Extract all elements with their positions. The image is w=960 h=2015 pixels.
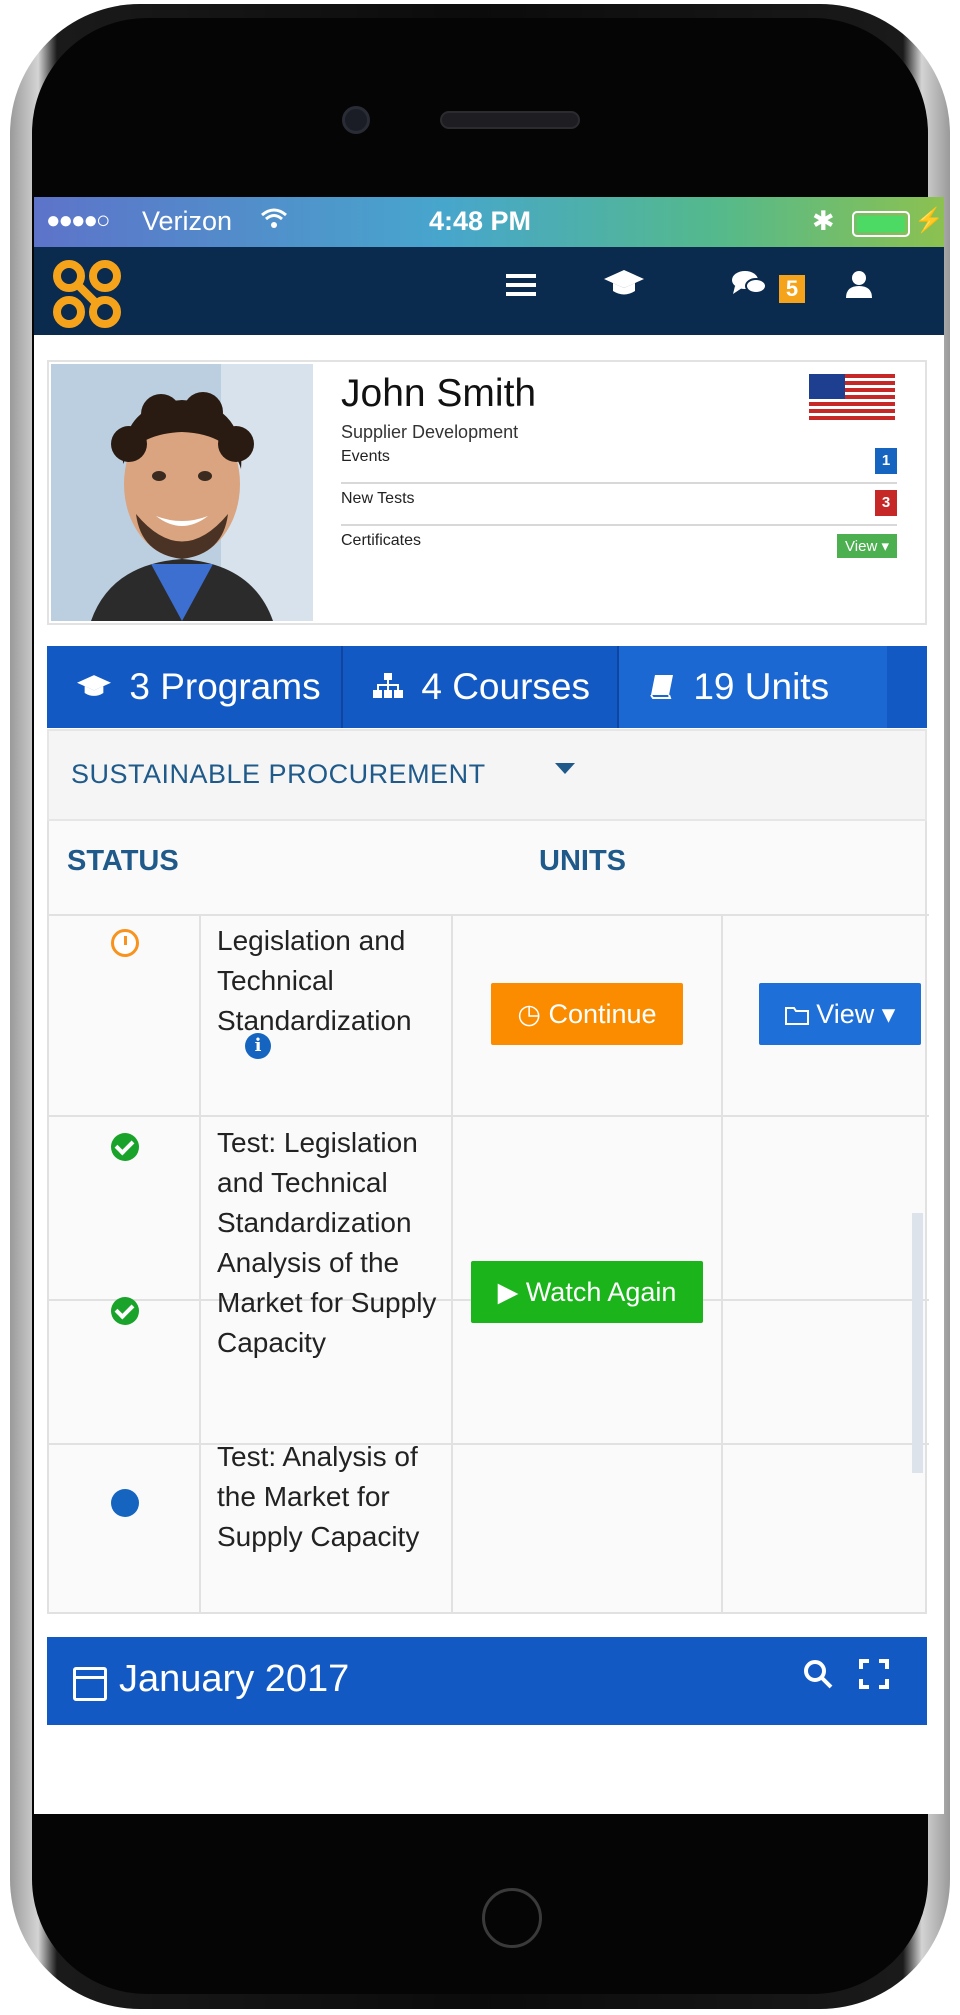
chevron-down-icon <box>555 763 575 774</box>
course-dropdown[interactable]: SUSTAINABLE PROCUREMENT <box>47 729 927 821</box>
column-divider <box>199 914 201 1614</box>
in-progress-status-icon <box>111 929 139 957</box>
tab-units[interactable]: 19 Units <box>619 646 887 728</box>
completed-status-icon <box>111 1297 139 1325</box>
us-flag-icon <box>809 374 895 422</box>
graduation-cap-icon[interactable] <box>599 269 649 306</box>
calendar-month-title: January 2017 <box>119 1658 350 1700</box>
user-icon[interactable] <box>834 269 884 306</box>
table-scrollbar[interactable] <box>912 1213 923 1473</box>
new-tests-count-badge: 3 <box>875 490 897 516</box>
wifi-icon <box>260 206 288 237</box>
info-icon[interactable]: i <box>245 1033 271 1059</box>
calendar-icon <box>73 1667 107 1701</box>
tab-courses[interactable]: 4 Courses <box>343 646 619 728</box>
sitemap-icon <box>373 673 411 706</box>
tab-programs-label: 3 Programs <box>129 666 321 707</box>
charging-icon: ⚡ <box>914 207 944 234</box>
profile-name: John Smith <box>341 372 537 415</box>
column-divider <box>721 914 723 1614</box>
stat-label: Events <box>341 448 390 465</box>
tab-courses-label: 4 Courses <box>421 666 590 707</box>
folder-icon <box>784 999 817 1029</box>
units-column-header: UNITS <box>539 845 626 877</box>
app-screen: ●●●●○ Verizon 4:48 PM ✱ ⚡ 5 John Smith S… <box>34 197 944 1814</box>
column-divider <box>451 914 453 1614</box>
profile-card: John Smith Supplier Development Events 1… <box>47 360 927 625</box>
battery-icon <box>852 211 910 237</box>
status-bar: ●●●●○ Verizon 4:48 PM ✱ ⚡ <box>34 197 944 247</box>
stat-row-certificates: Certificates View ▾ <box>341 518 897 568</box>
search-icon[interactable] <box>803 1659 833 1698</box>
home-button[interactable] <box>482 1888 542 1948</box>
summary-tabs: 3 Programs 4 Courses 19 Units <box>47 646 927 728</box>
carrier-name: Verizon <box>142 206 233 236</box>
stat-label: Certificates <box>341 532 422 549</box>
phone-frame: ●●●●○ Verizon 4:48 PM ✱ ⚡ 5 John Smith S… <box>10 4 950 2009</box>
bluetooth-icon: ✱ <box>812 206 835 236</box>
row-divider <box>49 1115 929 1117</box>
continue-button[interactable]: ◷ Continue <box>491 983 683 1045</box>
calendar-header: January 2017 <box>47 1637 927 1725</box>
chat-count-badge: 5 <box>779 275 805 303</box>
stat-label: New Tests <box>341 490 415 507</box>
course-dropdown-value: SUSTAINABLE PROCUREMENT <box>71 759 486 789</box>
earpiece-speaker <box>440 111 580 129</box>
certificates-view-button[interactable]: View ▾ <box>837 534 897 558</box>
unit-title: Analysis of the Market for Supply Capaci… <box>217 1247 437 1358</box>
unit-title: Test: Analysis of the Market for Supply … <box>217 1441 420 1552</box>
clock-icon: ◷ <box>517 999 549 1029</box>
status-column-header: STATUS <box>67 845 179 877</box>
view-dropdown-button[interactable]: View ▾ <box>759 983 921 1045</box>
app-navbar: 5 <box>34 247 944 335</box>
tab-units-label: 19 Units <box>693 666 830 707</box>
front-camera <box>342 106 370 134</box>
row-divider <box>49 1443 929 1445</box>
expand-icon[interactable] <box>859 1659 889 1698</box>
watch-again-button[interactable]: ▶ Watch Again <box>471 1261 703 1323</box>
units-table: STATUS UNITS Legislation and Technical S… <box>47 821 929 1614</box>
unit-title: Legislation and Technical Standardizatio… <box>217 925 412 1036</box>
completed-status-icon <box>111 1133 139 1161</box>
not-started-status-icon <box>111 1489 139 1517</box>
avatar <box>51 364 313 621</box>
row-divider <box>49 914 929 916</box>
tab-programs[interactable]: 3 Programs <box>47 646 343 728</box>
unit-title: Test: Legislation and Technical Standard… <box>217 1127 418 1238</box>
app-logo[interactable] <box>52 259 122 329</box>
book-icon <box>649 673 683 706</box>
events-count-badge: 1 <box>875 448 897 474</box>
signal-strength-icon: ●●●●○ <box>46 207 111 234</box>
clock: 4:48 PM <box>429 206 532 236</box>
chat-icon[interactable] <box>724 269 774 306</box>
play-circle-icon: ▶ <box>497 1277 526 1307</box>
graduation-cap-icon <box>77 673 119 706</box>
hamburger-menu-icon[interactable] <box>496 269 546 306</box>
